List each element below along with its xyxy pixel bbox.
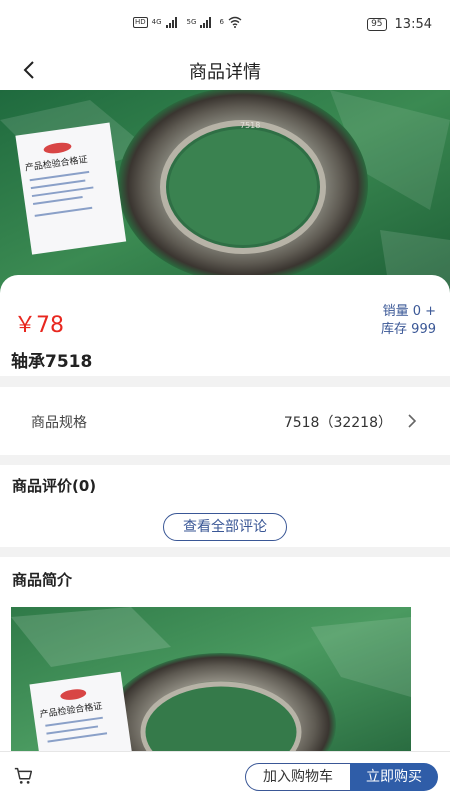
page-title: 商品详情: [189, 62, 261, 83]
signal-4g-icon: [165, 16, 177, 28]
cart-icon[interactable]: [13, 765, 35, 787]
reviews-title: 商品评价(0): [12, 477, 97, 495]
spec-label: 商品规格: [31, 415, 87, 431]
intro-image: 产品检验合格证: [11, 607, 411, 757]
network-indicators: HD 4G 5G 6: [133, 16, 242, 28]
intro-title: 商品简介: [12, 571, 73, 589]
product-name: 轴承7518: [11, 352, 93, 372]
intro-section: 商品简介 产品检验合格证: [0, 557, 450, 757]
chevron-right-icon: [408, 414, 417, 428]
signal-5g-icon: [200, 16, 212, 28]
price: ￥78: [14, 313, 64, 338]
view-all-reviews-button[interactable]: 查看全部评论: [163, 513, 287, 541]
wifi-icon: [228, 16, 242, 28]
signal-4g-label: 4G: [151, 18, 162, 26]
price-card: ￥78 销量 0 + 库存 999 轴承7518: [0, 275, 450, 376]
status-bar: HD 4G 5G 6 95 13:54: [0, 0, 450, 50]
clock: 13:54: [394, 17, 432, 32]
stock-count: 库存 999: [381, 322, 436, 337]
wifi-badge: 6: [219, 18, 224, 26]
hd-badge: HD: [133, 16, 148, 28]
battery-icon: 95: [367, 18, 387, 31]
sales-stock-info: 销量 0 + 库存 999: [381, 303, 436, 339]
product-image[interactable]: 7518 产品检验合格证: [0, 90, 450, 295]
reviews-section: 商品评价(0) 查看全部评论: [0, 465, 450, 547]
signal-5g-label: 5G: [186, 18, 197, 26]
sales-count: 销量 0 +: [382, 304, 436, 319]
bearing-marking: 7518: [240, 121, 260, 130]
buy-now-button[interactable]: 立即购买: [350, 763, 438, 791]
add-to-cart-button[interactable]: 加入购物车: [245, 763, 350, 791]
bottom-action-bar: 加入购物车 立即购买: [0, 751, 450, 801]
spec-selector[interactable]: 商品规格 7518（32218）: [0, 387, 450, 455]
spec-value: 7518（32218）: [283, 415, 392, 431]
nav-bar: 商品详情: [0, 50, 450, 90]
